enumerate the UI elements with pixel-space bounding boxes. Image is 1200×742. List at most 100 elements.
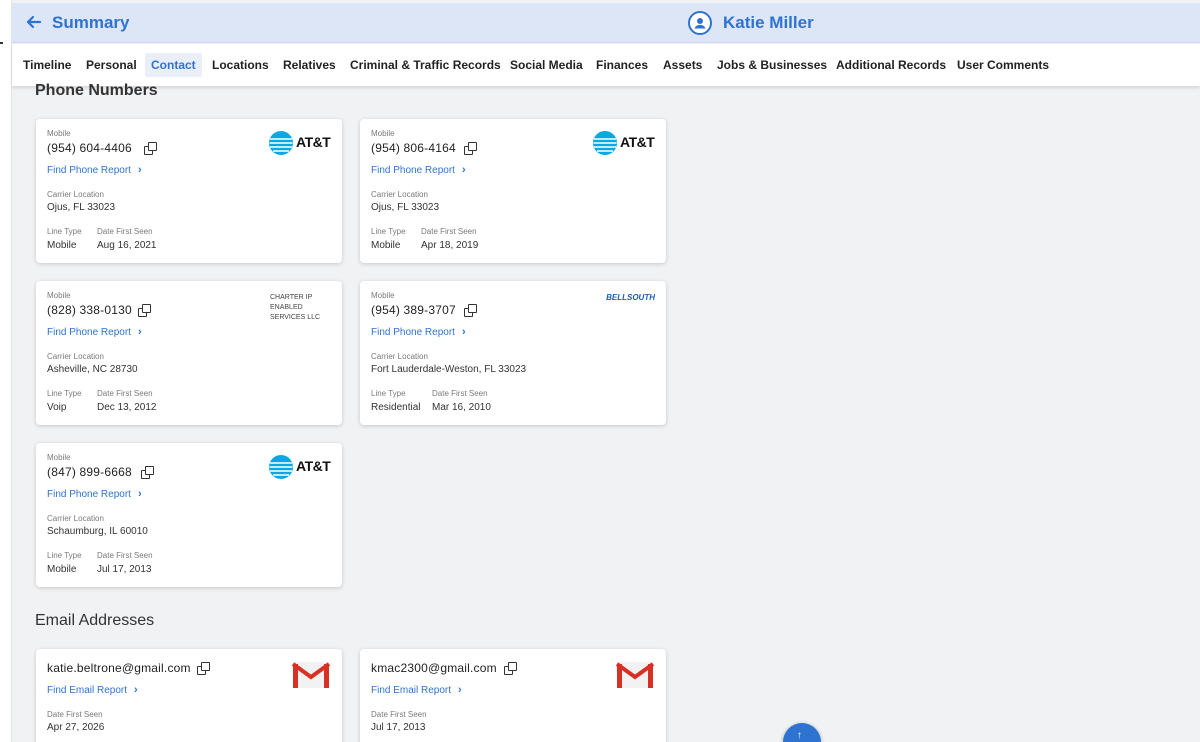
phone-card: Mobile (954) 806-4164 Find Phone Report … [360, 119, 666, 263]
carrier-location-label: Carrier Location [47, 514, 104, 523]
att-logo: AT&T [268, 454, 331, 480]
find-phone-report-link[interactable]: Find Phone Report [47, 165, 131, 176]
line-type-value: Mobile [371, 240, 401, 251]
rail-marker [0, 42, 3, 44]
left-rail [0, 0, 12, 742]
phone-type-label: Mobile [47, 453, 71, 462]
phone-number: (847) 899-6668 [47, 465, 132, 479]
email-address: katie.beltrone@gmail.com [47, 661, 191, 675]
carrier-location-value: Fort Lauderdale-Weston, FL 33023 [371, 364, 527, 375]
back-arrow-icon[interactable] [24, 12, 44, 32]
phone-numbers-heading: Phone Numbers [35, 82, 158, 99]
line-type-value: Voip [47, 402, 67, 413]
carrier-name: CHARTER IP ENABLED SERVICES LLC [270, 294, 321, 321]
email-address: kmac2300@gmail.com [371, 661, 497, 675]
section-nav: Timeline Personal Contact Locations Rela… [12, 44, 1200, 86]
summary-title[interactable]: Summary [52, 13, 129, 33]
line-type-label: Line Type [371, 227, 406, 236]
find-phone-report-link[interactable]: Find Phone Report [47, 489, 131, 500]
tab-relatives[interactable]: Relatives [277, 53, 342, 77]
phone-type-label: Mobile [371, 291, 395, 300]
date-first-seen-label: Date First Seen [47, 710, 103, 719]
tab-finances[interactable]: Finances [590, 53, 654, 77]
copy-icon[interactable] [464, 304, 478, 318]
att-logo: AT&T [592, 130, 655, 156]
scroll-to-top-button[interactable]: ↑ [783, 723, 821, 742]
gmail-icon [615, 660, 655, 690]
line-type-label: Line Type [47, 227, 82, 236]
date-first-seen-value: Jul 17, 2013 [371, 722, 426, 733]
date-first-seen-label: Date First Seen [97, 227, 153, 236]
line-type-value: Mobile [47, 564, 77, 575]
line-type-label: Line Type [47, 389, 82, 398]
gmail-icon [291, 660, 331, 690]
phone-card: Mobile (954) 389-3707 Find Phone Report … [360, 281, 666, 425]
phone-card: Mobile (847) 899-6668 Find Phone Report … [36, 443, 342, 587]
phone-number: (954) 604-4406 [47, 141, 132, 155]
copy-icon[interactable] [504, 662, 518, 676]
tab-timeline[interactable]: Timeline [17, 53, 77, 77]
tab-user-comments[interactable]: User Comments [951, 53, 1055, 77]
email-card: katie.beltrone@gmail.com Find Email Repo… [36, 649, 342, 742]
date-first-seen-value: Dec 13, 2012 [97, 402, 157, 413]
carrier-location-label: Carrier Location [371, 352, 428, 361]
tab-contact[interactable]: Contact [145, 53, 202, 77]
date-first-seen-label: Date First Seen [97, 389, 153, 398]
date-first-seen-value: Mar 16, 2010 [432, 402, 491, 413]
copy-icon[interactable] [464, 142, 478, 156]
tab-social-media[interactable]: Social Media [504, 53, 589, 77]
phone-number: (954) 389-3707 [371, 303, 456, 317]
copy-icon[interactable] [197, 662, 211, 676]
line-type-label: Line Type [371, 389, 406, 398]
tab-locations[interactable]: Locations [206, 53, 275, 77]
carrier-name: AT&T [620, 134, 655, 150]
line-type-value: Residential [371, 402, 421, 413]
date-first-seen-value: Aug 16, 2021 [97, 240, 157, 251]
copy-icon[interactable] [144, 142, 158, 156]
user-avatar-icon [688, 11, 712, 35]
chevron-right-icon: › [138, 488, 142, 500]
chevron-right-icon: › [462, 326, 466, 338]
tab-personal[interactable]: Personal [80, 53, 143, 77]
chevron-right-icon: › [138, 326, 142, 338]
phone-number: (954) 806-4164 [371, 141, 456, 155]
carrier-name: AT&T [296, 134, 331, 150]
find-phone-report-link[interactable]: Find Phone Report [371, 327, 455, 338]
carrier-location-label: Carrier Location [47, 352, 104, 361]
carrier-location-value: Asheville, NC 28730 [47, 364, 138, 375]
carrier-location-label: Carrier Location [47, 190, 104, 199]
date-first-seen-label: Date First Seen [371, 710, 427, 719]
tab-criminal-traffic[interactable]: Criminal & Traffic Records [344, 53, 507, 77]
carrier-name: AT&T [296, 458, 331, 474]
date-first-seen-value: Apr 27, 2026 [47, 722, 105, 733]
line-type-label: Line Type [47, 551, 82, 560]
carrier-location-label: Carrier Location [371, 190, 428, 199]
tab-jobs-businesses[interactable]: Jobs & Businesses [711, 53, 833, 77]
copy-icon[interactable] [141, 466, 155, 480]
date-first-seen-label: Date First Seen [421, 227, 477, 236]
chevron-right-icon: › [458, 684, 462, 696]
top-bar: Summary Katie Miller [12, 3, 1200, 43]
find-phone-report-link[interactable]: Find Phone Report [371, 165, 455, 176]
att-logo: AT&T [268, 130, 331, 156]
line-type-value: Mobile [47, 240, 77, 251]
tab-additional-records[interactable]: Additional Records [830, 53, 952, 77]
date-first-seen-label: Date First Seen [432, 389, 488, 398]
email-card: kmac2300@gmail.com Find Email Report › D… [360, 649, 666, 742]
find-email-report-link[interactable]: Find Email Report [371, 685, 451, 696]
phone-type-label: Mobile [371, 129, 395, 138]
find-phone-report-link[interactable]: Find Phone Report [47, 327, 131, 338]
tab-assets[interactable]: Assets [657, 53, 708, 77]
phone-card: Mobile (954) 604-4406 Find Phone Report … [36, 119, 342, 263]
find-email-report-link[interactable]: Find Email Report [47, 685, 127, 696]
phone-type-label: Mobile [47, 291, 71, 300]
chevron-right-icon: › [138, 164, 142, 176]
date-first-seen-value: Jul 17, 2013 [97, 564, 152, 575]
arrow-up-icon: ↑ [797, 730, 802, 741]
carrier-location-value: Ojus, FL 33023 [47, 202, 116, 213]
carrier-location-value: Schaumburg, IL 60010 [47, 526, 148, 537]
carrier-location-value: Ojus, FL 33023 [371, 202, 440, 213]
bellsouth-logo: BELLSOUTH [606, 293, 655, 302]
phone-type-label: Mobile [47, 129, 71, 138]
copy-icon[interactable] [138, 304, 152, 318]
